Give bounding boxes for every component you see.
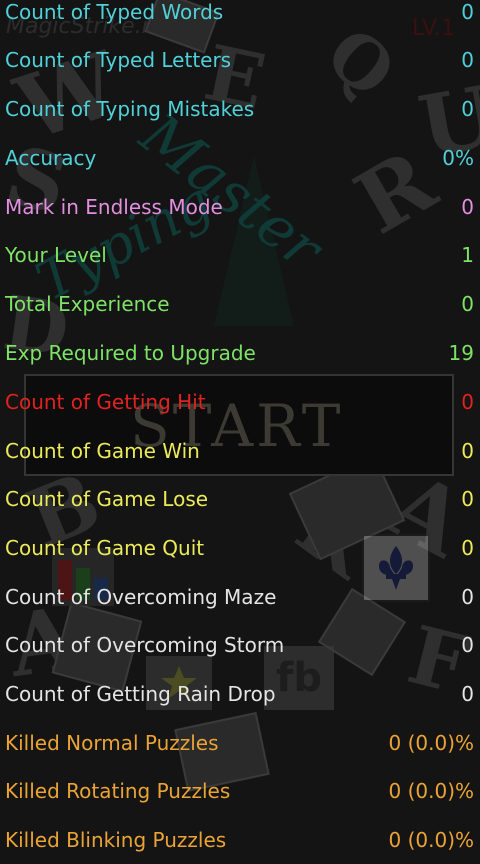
stat-row: Your Level 1	[0, 231, 480, 279]
stat-value: 0 (0.0)%	[389, 779, 480, 803]
stat-label: Mark in Endless Mode	[0, 195, 223, 219]
stat-row: Mark in Endless Mode 0	[0, 183, 480, 231]
stat-value: 0 (0.0)%	[389, 731, 480, 755]
stat-value: 0	[461, 585, 480, 609]
stat-value: 0	[461, 439, 480, 463]
stat-value: 0	[461, 0, 480, 24]
stat-value: 0	[461, 633, 480, 657]
stat-label: Count of Typed Words	[0, 0, 223, 24]
stat-row: Killed Blinking Puzzles 0 (0.0)%	[0, 816, 480, 864]
stat-label: Count of Game Win	[0, 439, 200, 463]
stat-row: Count of Typed Words 0	[0, 0, 480, 36]
stat-label: Accuracy	[0, 146, 96, 170]
stat-label: Killed Normal Puzzles	[0, 731, 219, 755]
stat-row: Killed Rotating Puzzles 0 (0.0)%	[0, 767, 480, 815]
stat-value: 0	[461, 195, 480, 219]
stat-value: 1	[461, 243, 480, 267]
stat-label: Count of Game Lose	[0, 487, 208, 511]
stat-row: Count of Getting Hit 0	[0, 378, 480, 426]
stat-label: Count of Typed Letters	[0, 48, 231, 72]
stat-value: 19	[449, 341, 480, 365]
stat-value: 0	[461, 97, 480, 121]
stat-label: Total Experience	[0, 292, 170, 316]
stat-row: Count of Overcoming Storm 0	[0, 621, 480, 669]
stat-label: Killed Blinking Puzzles	[0, 828, 226, 852]
stat-label: Count of Overcoming Storm	[0, 633, 284, 657]
stat-value: 0	[461, 390, 480, 414]
stat-label: Exp Required to Upgrade	[0, 341, 256, 365]
stat-value: 0 (0.0)%	[389, 828, 480, 852]
stat-label: Count of Getting Rain Drop	[0, 682, 276, 706]
stat-row: Accuracy 0%	[0, 134, 480, 182]
stat-row: Count of Game Lose 0	[0, 475, 480, 523]
stat-label: Killed Rotating Puzzles	[0, 779, 230, 803]
stat-row: Exp Required to Upgrade 19	[0, 329, 480, 377]
stat-row: Total Experience 0	[0, 280, 480, 328]
stat-label: Count of Overcoming Maze	[0, 585, 276, 609]
stat-value: 0	[461, 48, 480, 72]
stat-row: Count of Overcoming Maze 0	[0, 573, 480, 621]
stat-value: 0	[461, 682, 480, 706]
stat-value: 0%	[442, 146, 480, 170]
stat-row: Count of Typed Letters 0	[0, 36, 480, 84]
stat-label: Count of Game Quit	[0, 536, 204, 560]
stat-label: Count of Typing Mistakes	[0, 97, 254, 121]
stat-value: 0	[461, 487, 480, 511]
stat-row: Killed Normal Puzzles 0 (0.0)%	[0, 719, 480, 767]
stat-row: Count of Getting Rain Drop 0	[0, 670, 480, 718]
stat-row: Count of Game Win 0	[0, 427, 480, 475]
stat-value: 0	[461, 292, 480, 316]
stat-row: Count of Typing Mistakes 0	[0, 85, 480, 133]
stat-value: 0	[461, 536, 480, 560]
stat-row: Count of Game Quit 0	[0, 524, 480, 572]
stat-label: Your Level	[0, 243, 107, 267]
stat-label: Count of Getting Hit	[0, 390, 206, 414]
